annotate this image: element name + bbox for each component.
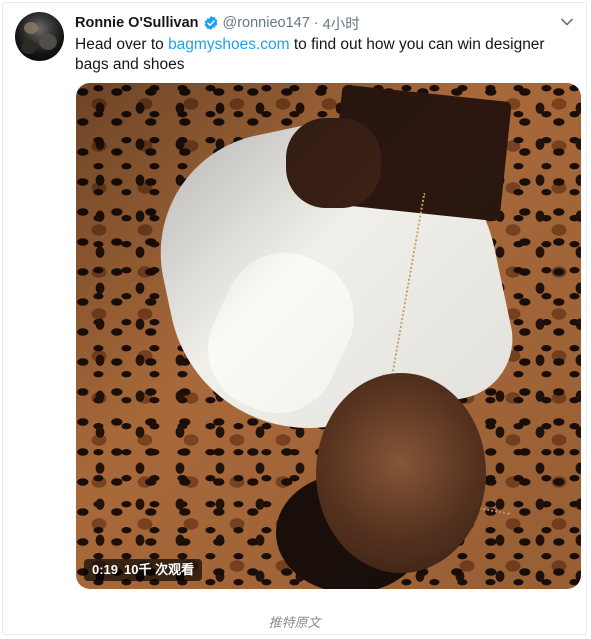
- avatar-detail: [21, 40, 37, 54]
- video-info-badge: 0:19 10千 次观看: [84, 559, 203, 581]
- tweet-link[interactable]: bagmyshoes.com: [168, 36, 289, 53]
- video-views: 10千 次观看: [124, 562, 195, 577]
- tweet-text: Head over to bagmyshoes.com to find out …: [75, 35, 575, 75]
- tweet-card[interactable]: Ronnie O'Sullivan @ronnieo147 · 4小时 Head…: [2, 2, 587, 635]
- tweet-text-prefix: Head over to: [75, 36, 169, 53]
- verified-badge-icon: [204, 16, 217, 30]
- source-caption: 推特原文: [268, 616, 321, 631]
- avatar[interactable]: [15, 12, 64, 61]
- video-frame-shade: [76, 83, 581, 589]
- tweet-header: Ronnie O'Sullivan @ronnieo147 · 4小时: [75, 13, 574, 33]
- separator-dot: ·: [313, 15, 319, 31]
- avatar-detail: [24, 22, 38, 34]
- chevron-down-icon[interactable]: [560, 15, 574, 29]
- avatar-detail: [39, 34, 57, 50]
- video-duration: 0:19: [92, 562, 119, 577]
- author-name[interactable]: Ronnie O'Sullivan: [75, 15, 199, 31]
- author-handle[interactable]: @ronnieo147: [223, 15, 310, 31]
- video-player[interactable]: 0:19 10千 次观看: [76, 83, 581, 589]
- tweet-timestamp[interactable]: 4小时: [323, 13, 360, 34]
